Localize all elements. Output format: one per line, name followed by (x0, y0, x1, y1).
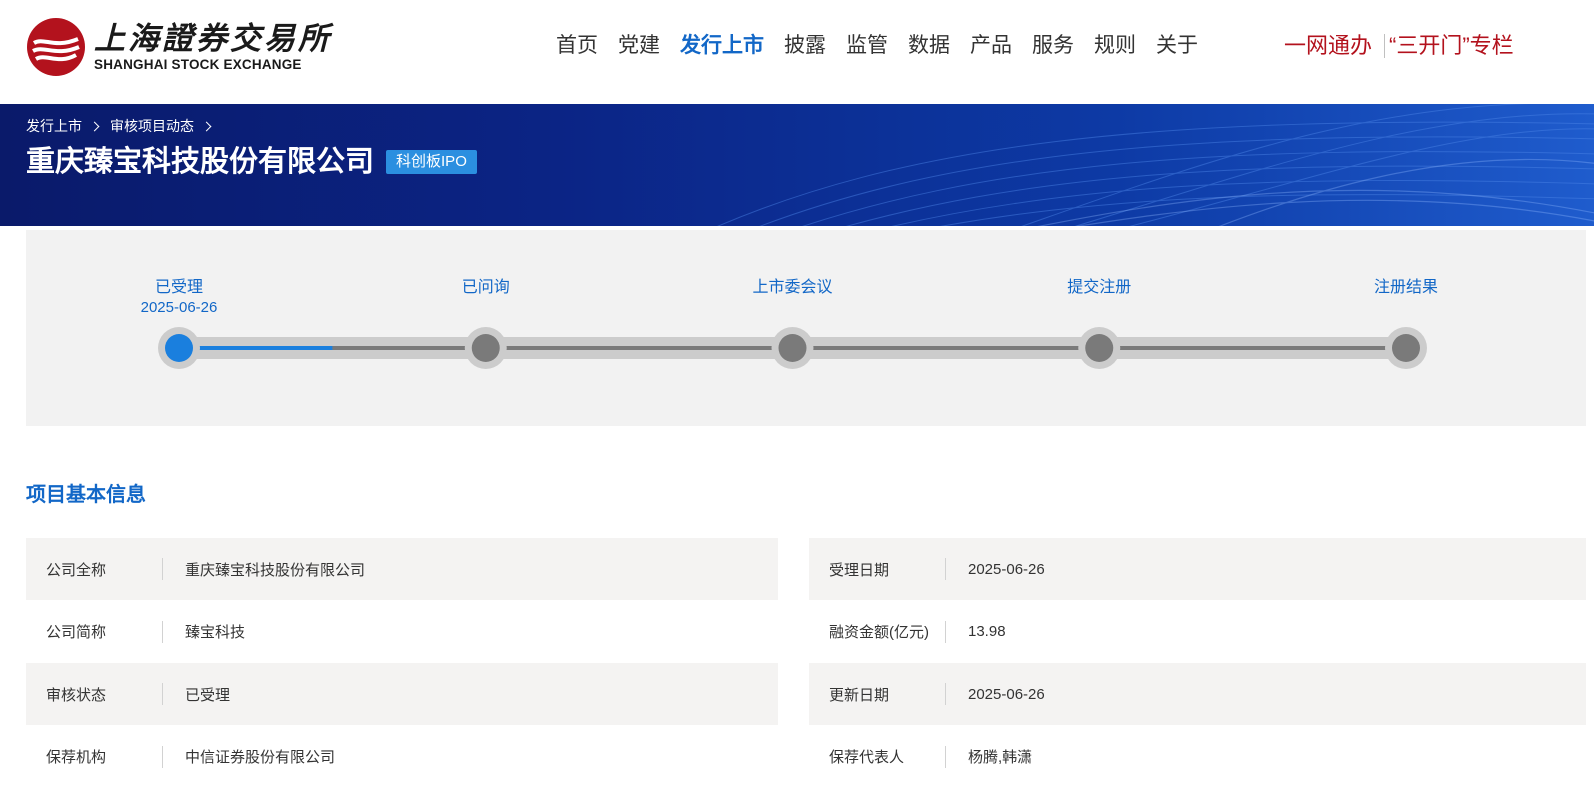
board-badge: 科创板IPO (386, 150, 477, 174)
info-value: 2025-06-26 (968, 685, 1045, 703)
sse-emblem-icon (27, 18, 85, 76)
nav-item-2[interactable]: 发行上市 (680, 28, 764, 64)
progress-track (158, 327, 1427, 369)
nav-item-9[interactable]: 关于 (1156, 28, 1198, 64)
info-cell-right: 保荐代表人 杨腾,韩潇 (809, 726, 1586, 788)
site-header: 上海證券交易所 SHANGHAI STOCK EXCHANGE 首页 党建 发行上市… (0, 0, 1594, 104)
nav-item-3[interactable]: 披露 (784, 28, 826, 64)
step-dot-4 (1392, 334, 1420, 362)
info-cell-right: 更新日期 2025-06-26 (809, 663, 1586, 725)
table-row: 公司简称 臻宝科技 融资金额(亿元) 13.98 (26, 601, 1586, 663)
info-cell-left: 保荐机构 中信证券股份有限公司 (26, 726, 778, 788)
step-label-2: 上市委会议 (752, 279, 833, 296)
progress-fill (179, 346, 333, 350)
nav-item-1[interactable]: 党建 (618, 28, 660, 64)
table-row: 保荐机构 中信证券股份有限公司 保荐代表人 杨腾,韩潇 (26, 726, 1586, 788)
info-label: 审核状态 (46, 686, 107, 704)
nav-item-0[interactable]: 首页 (556, 28, 598, 64)
breadcrumb: 发行上市 审核项目动态 (26, 116, 222, 136)
chevron-right-icon (201, 121, 212, 131)
info-label: 受理日期 (829, 561, 890, 579)
info-value: 13.98 (968, 623, 1006, 640)
info-label: 保荐代表人 (829, 749, 905, 766)
nav-item-5[interactable]: 数据 (908, 28, 950, 64)
page-banner: 发行上市 审核项目动态 重庆臻宝科技股份有限公司 科创板IPO (0, 104, 1594, 226)
nav-item-6[interactable]: 产品 (970, 28, 1012, 64)
info-value: 已受理 (185, 686, 231, 704)
breadcrumb-issuance-listing[interactable]: 发行上市 (26, 116, 82, 136)
info-label: 融资金额(亿元) (829, 624, 929, 641)
step-label-1: 已问询 (461, 279, 510, 296)
info-cell-right: 受理日期 2025-06-26 (809, 538, 1586, 600)
step-dot-2 (778, 334, 807, 362)
info-label: 保荐机构 (46, 749, 107, 766)
table-row: 公司全称 重庆臻宝科技股份有限公司 受理日期 2025-06-26 (26, 538, 1586, 600)
three-open-doors-link[interactable]: “三开门”专栏 (1389, 28, 1514, 64)
page-title: 重庆臻宝科技股份有限公司 (26, 146, 375, 178)
nav-item-8[interactable]: 规则 (1094, 28, 1136, 64)
special-links: 一网通办 “三开门”专栏 (1284, 28, 1514, 64)
step-date-0: 2025-06-26 (140, 299, 218, 316)
sse-logo[interactable]: 上海證券交易所 SHANGHAI STOCK EXCHANGE (26, 16, 329, 78)
step-dot-0 (165, 334, 193, 362)
info-value: 重庆臻宝科技股份有限公司 (185, 561, 366, 579)
info-cell-right: 融资金额(亿元) 13.98 (809, 601, 1586, 663)
logo-english-name: SHANGHAI STOCK EXCHANGE (94, 57, 302, 72)
chevron-right-icon (89, 121, 100, 131)
breadcrumb-review-projects[interactable]: 审核项目动态 (110, 116, 194, 136)
nav-item-7[interactable]: 服务 (1032, 28, 1074, 64)
main-nav: 首页 党建 发行上市 披露 监管 数据 产品 服务 规则 关于 (556, 28, 1218, 64)
info-label: 公司全称 (46, 561, 107, 579)
info-cell-left: 审核状态 已受理 (26, 663, 778, 725)
logo-chinese-name: 上海證券交易所 (94, 21, 332, 57)
info-value: 杨腾,韩潇 (968, 749, 1033, 766)
review-progress: 已受理 2025-06-26 已问询 上市委会议 提交注册 注册结果 (26, 230, 1586, 426)
step-label-4: 注册结果 (1373, 279, 1438, 296)
step-dot-1 (471, 334, 500, 362)
step-label-3: 提交注册 (1067, 279, 1132, 296)
info-value: 臻宝科技 (185, 624, 246, 641)
step-dot-3 (1085, 334, 1114, 362)
nav-item-4[interactable]: 监管 (846, 28, 888, 64)
section-title: 项目基本信息 (26, 484, 146, 506)
info-cell-left: 公司简称 臻宝科技 (26, 601, 778, 663)
special-links-divider (1384, 34, 1386, 58)
info-value: 2025-06-26 (968, 560, 1045, 578)
table-row: 审核状态 已受理 更新日期 2025-06-26 (26, 663, 1586, 725)
info-cell-left: 公司全称 重庆臻宝科技股份有限公司 (26, 538, 778, 600)
info-value: 中信证券股份有限公司 (185, 749, 336, 766)
info-label: 公司简称 (46, 624, 107, 641)
info-label: 更新日期 (829, 686, 890, 704)
one-stop-service-link[interactable]: 一网通办 (1284, 28, 1372, 64)
step-label-0: 已受理 (154, 279, 203, 296)
